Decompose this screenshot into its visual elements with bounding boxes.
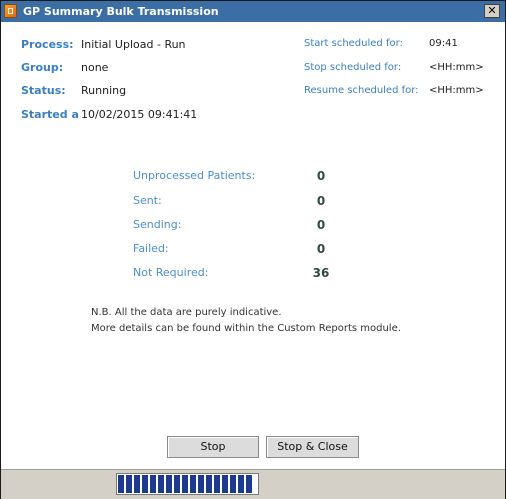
stat-label-unprocessed: Unprocessed Patients: <box>133 169 256 182</box>
stat-value-not-required: 36 <box>312 266 330 280</box>
start-scheduled-value: 09:41 <box>429 38 458 49</box>
stat-label-failed: Failed: <box>133 242 169 255</box>
process-label: Process: <box>21 38 74 51</box>
note-line-1: N.B. All the data are purely indicative. <box>91 307 282 318</box>
process-value: Initial Upload - Run <box>81 38 186 51</box>
stop-button[interactable]: Stop <box>167 436 259 458</box>
app-icon <box>4 4 17 18</box>
resume-scheduled-label: Resume scheduled for: <box>304 85 419 96</box>
status-value: Running <box>81 84 127 97</box>
stat-label-sent: Sent: <box>133 194 162 207</box>
group-label: Group: <box>21 61 64 74</box>
stat-value-sent: 0 <box>316 194 326 208</box>
stop-scheduled-value: <HH:mm> <box>429 62 484 73</box>
start-scheduled-label: Start scheduled for: <box>304 38 403 49</box>
stat-label-sending: Sending: <box>133 218 182 231</box>
window-title: GP Summary Bulk Transmission <box>23 5 219 18</box>
group-value: none <box>81 61 109 74</box>
title-bar[interactable]: GP Summary Bulk Transmission ✕ <box>1 1 505 22</box>
progress-bar <box>116 473 259 495</box>
stat-value-unprocessed: 0 <box>316 169 326 183</box>
bulk-transmission-dialog: GP Summary Bulk Transmission ✕ Process: … <box>0 0 506 499</box>
stop-close-button[interactable]: Stop & Close <box>266 436 359 458</box>
started-value: 10/02/2015 09:41:41 <box>81 108 198 121</box>
stat-value-sending: 0 <box>316 218 326 232</box>
started-label: Started a <box>21 108 79 121</box>
resume-scheduled-value: <HH:mm> <box>429 85 484 96</box>
progress-fill <box>118 475 255 493</box>
status-bar <box>1 469 505 499</box>
stat-label-not-required: Not Required: <box>133 266 209 279</box>
close-button[interactable]: ✕ <box>484 4 500 18</box>
stat-value-failed: 0 <box>316 242 326 256</box>
stop-scheduled-label: Stop scheduled for: <box>304 62 402 73</box>
note-line-2: More details can be found within the Cus… <box>91 323 401 334</box>
status-label: Status: <box>21 84 66 97</box>
